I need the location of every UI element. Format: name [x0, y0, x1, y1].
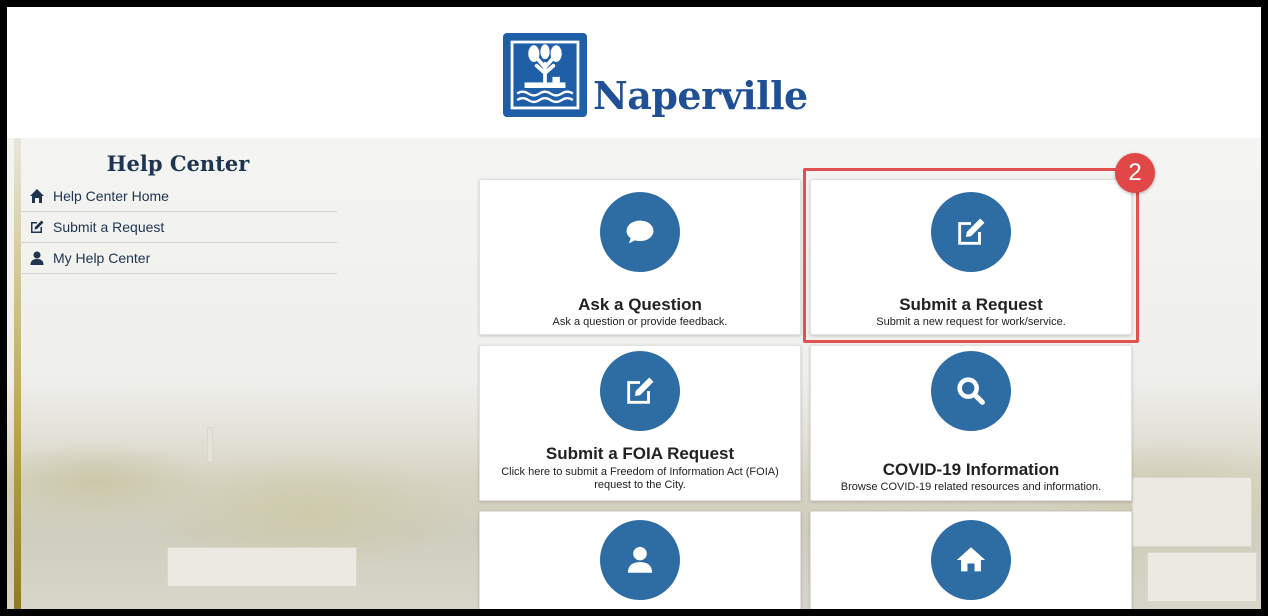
card-icon-circle — [600, 351, 680, 431]
site-header: Naperville — [7, 7, 1261, 138]
browser-viewport: Naperville Help Center Help Center Home … — [0, 0, 1268, 616]
card-icon-circle — [931, 192, 1011, 272]
sidebar-item-label: Submit a Request — [53, 219, 165, 235]
card-my-help-center[interactable]: My Help Center — [479, 511, 801, 609]
card-description: Browse COVID-19 related resources and in… — [840, 481, 1102, 493]
chat-bubble-icon — [626, 220, 654, 244]
card-covid-information[interactable]: COVID-19 Information Browse COVID-19 rel… — [810, 345, 1132, 501]
sidebar-item-submit-request[interactable]: Submit a Request — [19, 212, 337, 243]
card-title: Submit a FOIA Request — [545, 444, 735, 463]
card-title: Submit a Request — [899, 295, 1043, 314]
user-icon — [627, 546, 653, 573]
card-icon-circle — [931, 520, 1011, 600]
card-ask-question[interactable]: Ask a Question Ask a question or provide… — [479, 179, 801, 335]
background-building — [1147, 552, 1257, 602]
logo-wordmark: Naperville — [593, 73, 808, 118]
naperville-logo[interactable]: Naperville — [501, 31, 808, 131]
card-title: COVID-19 Information — [882, 460, 1060, 479]
user-icon — [30, 251, 44, 265]
card-icon-circle — [600, 192, 680, 272]
card-home[interactable] — [810, 511, 1132, 609]
sidebar: Help Center Help Center Home Submit a Re… — [19, 147, 337, 274]
edit-icon — [958, 218, 985, 245]
sidebar-item-help-center-home[interactable]: Help Center Home — [19, 181, 337, 212]
home-icon — [956, 547, 986, 572]
card-title: Ask a Question — [578, 295, 702, 314]
card-description: Submit a new request for work/service. — [876, 316, 1066, 328]
card-submit-foia-request[interactable]: Submit a FOIA Request Click here to subm… — [479, 345, 801, 501]
home-icon — [30, 189, 44, 203]
background-tower — [207, 427, 213, 462]
sidebar-title: Help Center — [106, 151, 250, 176]
sidebar-item-label: Help Center Home — [53, 188, 169, 204]
card-submit-request[interactable]: Submit a Request Submit a new request fo… — [810, 179, 1132, 335]
card-description: Click here to submit a Freedom of Inform… — [501, 466, 779, 491]
sidebar-item-my-help-center[interactable]: My Help Center — [19, 243, 337, 274]
background-building — [1132, 477, 1252, 547]
step-number-badge: 2 — [1115, 153, 1155, 193]
edit-icon — [627, 377, 654, 404]
edit-icon — [31, 220, 44, 233]
card-icon-circle — [931, 351, 1011, 431]
sidebar-item-label: My Help Center — [53, 250, 151, 266]
search-icon — [957, 377, 985, 405]
card-icon-circle — [600, 520, 680, 600]
naperville-logo-icon — [503, 33, 587, 117]
card-title: My Help Center — [480, 608, 800, 609]
card-description: Ask a question or provide feedback. — [552, 316, 728, 328]
background-building — [167, 547, 357, 587]
